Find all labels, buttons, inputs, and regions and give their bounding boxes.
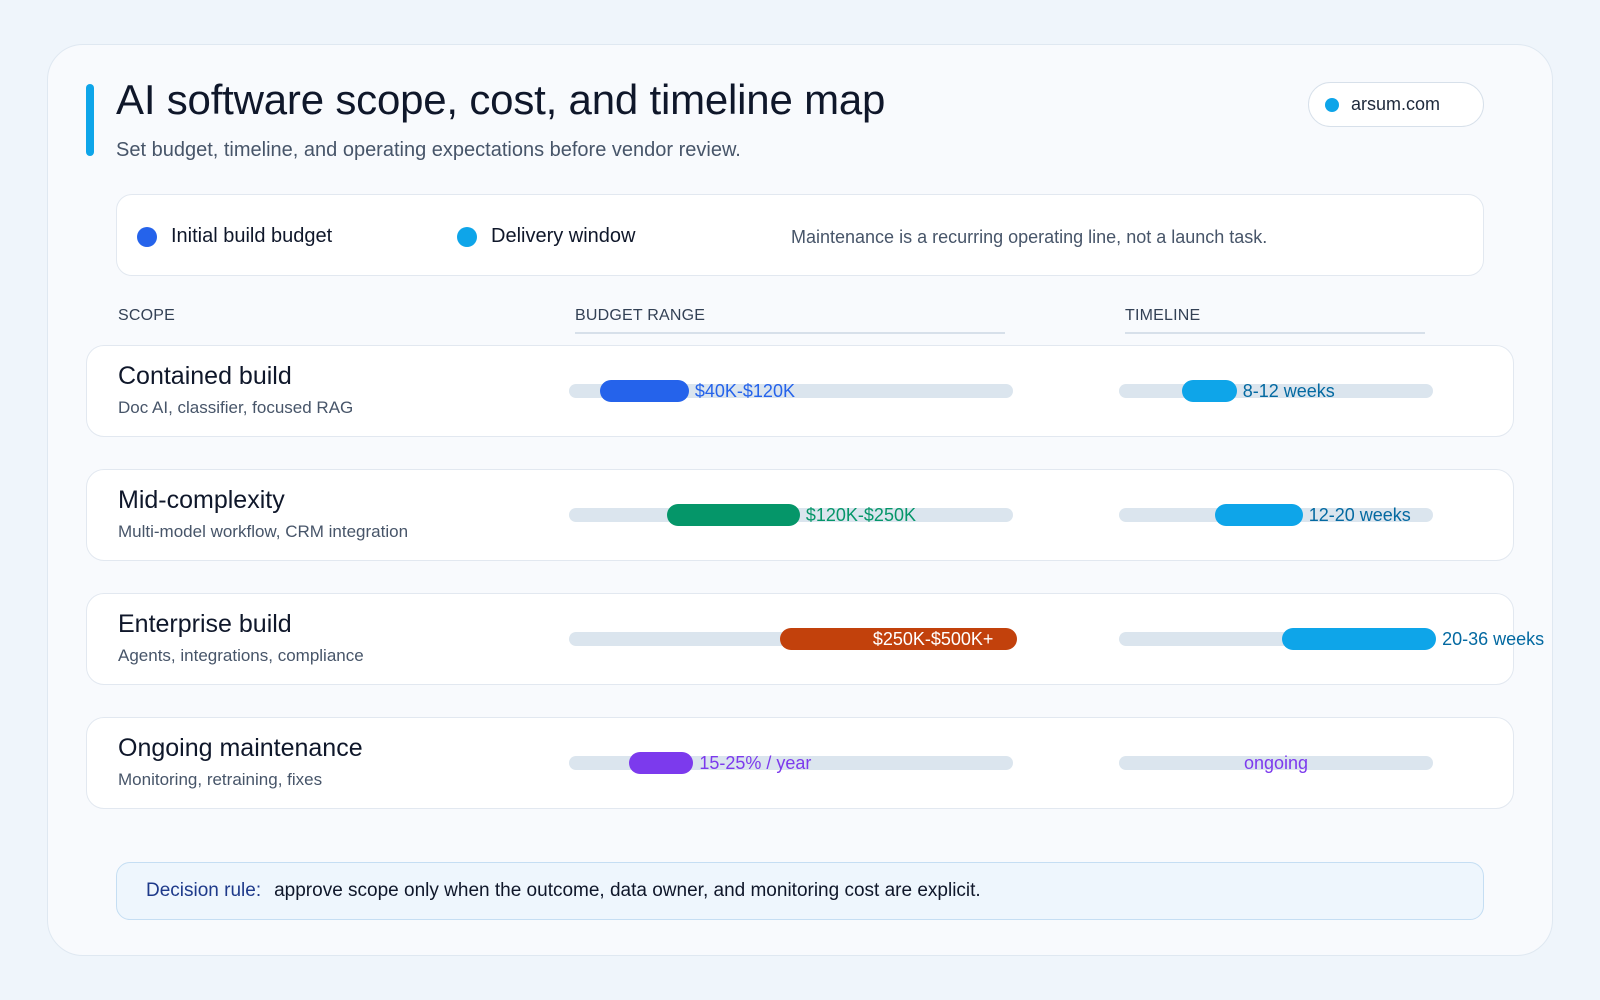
- column-rule-timeline: [1125, 332, 1425, 334]
- row-scope-description: Agents, integrations, compliance: [118, 646, 364, 665]
- domain-dot-icon: [1325, 97, 1339, 112]
- chart-row: Contained build Doc AI, classifier, focus…: [86, 345, 1514, 437]
- row-scope-description: Doc AI, classifier, focused RAG: [118, 398, 354, 417]
- column-header-timeline: TIMELINE: [1125, 307, 1201, 324]
- column-header-scope: SCOPE: [118, 307, 176, 324]
- legend-item-delivery: Delivery window: [457, 225, 636, 248]
- row-scope-description: Monitoring, retraining, fixes: [118, 770, 323, 789]
- row-scope-name: Enterprise build: [118, 610, 292, 638]
- legend: Initial build budget Delivery window Mai…: [116, 194, 1484, 276]
- timeline-bar: [1214, 504, 1303, 526]
- page-subtitle: Set budget, timeline, and operating expe…: [116, 139, 741, 161]
- decision-rule-box: Decision rule: approve scope only when t…: [116, 862, 1484, 920]
- timeline-label: 20-36 weeks: [1442, 629, 1545, 649]
- column-header-budget: BUDGET RANGE: [575, 307, 706, 324]
- timeline-label: ongoing: [1243, 753, 1309, 773]
- legend-label-budget: Initial build budget: [171, 225, 333, 247]
- decision-rule-label: Decision rule:: [146, 880, 262, 901]
- legend-note: Maintenance is a recurring operating lin…: [791, 227, 1268, 247]
- domain-label: arsum.com: [1351, 94, 1441, 114]
- decision-rule-text: approve scope only when the outcome, dat…: [274, 880, 981, 901]
- page-title: AI software scope, cost, and timeline ma…: [116, 76, 886, 123]
- chart-row: Ongoing maintenance Monitoring, retrainin…: [86, 717, 1514, 809]
- budget-label: 15-25% / year: [699, 753, 812, 773]
- row-scope-name: Contained build: [118, 362, 292, 390]
- title-accent-bar: [86, 84, 94, 156]
- legend-label-delivery: Delivery window: [491, 225, 636, 247]
- budget-bar: [628, 752, 694, 774]
- domain-badge[interactable]: arsum.com: [1308, 82, 1484, 127]
- chart-row: Enterprise build Agents, integrations, co…: [86, 593, 1544, 685]
- budget-label: $40K-$120K: [694, 381, 795, 401]
- budget-bar: [600, 380, 689, 402]
- legend-swatch-delivery: [457, 226, 477, 247]
- timeline-bar: [1181, 380, 1237, 402]
- timeline-label: 8-12 weeks: [1242, 381, 1335, 401]
- legend-swatch-budget: [137, 226, 157, 247]
- column-rule-budget: [575, 332, 1005, 334]
- row-scope-description: Multi-model workflow, CRM integration: [118, 522, 409, 541]
- timeline-bar: [1282, 628, 1437, 650]
- row-scope-name: Ongoing maintenance: [118, 734, 363, 762]
- budget-bar: [666, 504, 800, 526]
- legend-item-budget: Initial build budget: [137, 225, 332, 248]
- timeline-label: 12-20 weeks: [1308, 505, 1411, 525]
- budget-label: $120K-$250K: [805, 505, 916, 525]
- chart-row: Mid-complexity Multi-model workflow, CRM …: [86, 469, 1514, 561]
- row-scope-name: Mid-complexity: [118, 486, 285, 514]
- budget-label: $250K-$500K+: [872, 629, 994, 649]
